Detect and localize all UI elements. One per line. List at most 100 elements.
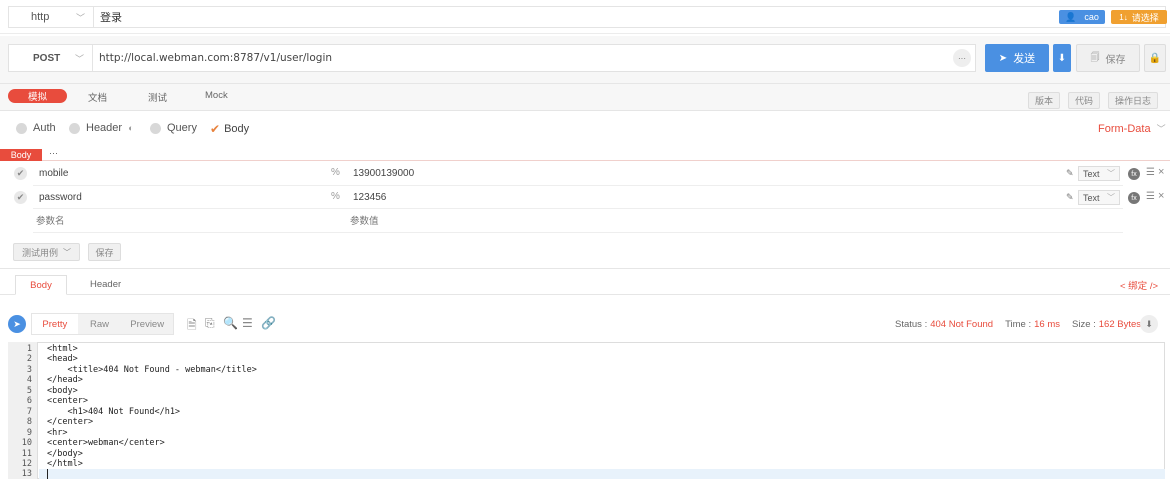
link-icon[interactable]: 🔗 [261, 316, 276, 330]
lock-button[interactable]: 🔒 [1144, 44, 1166, 72]
param-enable-checkbox[interactable]: ✔ [14, 167, 27, 180]
save-icon: 🗐 [1090, 52, 1100, 62]
checked-icon: ✔ [210, 122, 221, 136]
form-data-label: Form-Data [1098, 122, 1151, 135]
status-label: Status : [895, 319, 928, 330]
tab-label: 模拟 [27, 92, 47, 103]
code-line: <title>404 Not Found - webman</title> [47, 365, 257, 375]
form-data-select[interactable]: Form-Data ﹀ [1098, 122, 1166, 135]
copy-icon[interactable]: ⎘ [205, 316, 215, 331]
chevron-down-icon: ﹀ [75, 12, 85, 23]
request-name-bar: http ﹀ 👤 cao 1↓ 请选择 [0, 0, 1170, 34]
divider [0, 294, 1170, 295]
view-tab-label: Raw [90, 318, 110, 330]
request-name-input[interactable] [94, 7, 1165, 27]
param-key[interactable]: password [39, 192, 82, 203]
function-icon[interactable]: fx [1128, 192, 1140, 204]
body-section-tab[interactable]: Body [0, 149, 42, 161]
param-type-value: Text [1083, 192, 1100, 203]
response-tab-body[interactable]: Body [15, 275, 67, 295]
menu-icon[interactable]: ☰ [1146, 167, 1155, 178]
send-options-button[interactable]: ⬇ [1053, 44, 1071, 72]
radio-icon [150, 122, 161, 134]
new-param-value-input[interactable] [350, 213, 950, 229]
protocol-select[interactable]: http ﹀ [9, 7, 94, 27]
param-type-select[interactable]: Text ﹀ [1078, 166, 1120, 181]
param-key[interactable]: mobile [39, 168, 68, 179]
line-number-gutter: 1 2 3 4 5 6 7 8 9 10 11 12 13 [8, 342, 38, 479]
code-button[interactable]: 代码 [1068, 92, 1100, 109]
view-tab-label: Preview [130, 318, 165, 330]
save-case-button[interactable]: 保存 [88, 243, 121, 261]
param-tab-header[interactable]: Header ◐ [69, 122, 134, 134]
version-button[interactable]: 版本 [1028, 92, 1060, 109]
param-value[interactable]: 13900139000 [353, 168, 414, 179]
radio-icon [69, 122, 80, 134]
url-input[interactable] [93, 45, 953, 71]
time-value: 16 ms [1034, 319, 1060, 330]
param-tab-body[interactable]: ✔ Body [210, 122, 249, 136]
response-tab-label: Body [30, 279, 52, 291]
code-line: </head> [47, 375, 83, 385]
env-select[interactable]: 1↓ 请选择 [1111, 10, 1167, 24]
send-icon: ➤ [998, 52, 1008, 64]
oplog-button[interactable]: 操作日志 [1108, 92, 1158, 109]
tab-docs[interactable]: 文档 [88, 90, 107, 104]
line-number: 5 [26, 386, 32, 396]
bind-link[interactable]: < 绑定 /> [1120, 278, 1158, 292]
code-line: <center>webman</center> [47, 438, 165, 448]
param-tab-label: Header [86, 122, 123, 134]
edit-icon[interactable]: ✎ [1066, 168, 1074, 179]
tab-test[interactable]: 测试 [148, 90, 167, 104]
line-number: 11 [21, 449, 32, 459]
menu-icon[interactable]: ☰ [1146, 191, 1155, 202]
check-icon: ✔ [14, 191, 27, 204]
size-value: 162 Bytes [1098, 319, 1142, 330]
code-line: <body> [47, 386, 78, 396]
method-select[interactable]: POST ﹀ [9, 45, 93, 71]
status-value: 404 Not Found [930, 319, 994, 330]
search-doc-icon[interactable]: 🔍 [223, 316, 238, 330]
download-icon[interactable]: ⬇ [1140, 315, 1158, 333]
tab-mock[interactable]: Mock [205, 90, 228, 101]
link-icon[interactable]: % [331, 167, 340, 178]
user-badge[interactable]: 👤 cao [1059, 10, 1105, 24]
code-line: </center> [47, 417, 94, 427]
view-tab-pretty[interactable]: Pretty [32, 314, 78, 334]
param-value[interactable]: 123456 [353, 192, 386, 203]
active-line-highlight [39, 469, 1165, 479]
send-label: 发送 [1013, 53, 1036, 65]
body-more-icon[interactable]: ··· [49, 148, 58, 158]
env-select-label: 请选择 [1131, 12, 1159, 23]
body-section-bar [0, 149, 1170, 161]
new-param-key-input[interactable] [36, 213, 316, 229]
response-code-editor[interactable] [8, 342, 1165, 479]
save-request-button[interactable]: 🗐 保存 [1076, 44, 1140, 72]
line-number: 1 [26, 344, 32, 354]
url-more-button[interactable]: ··· [953, 49, 971, 67]
wrap-icon[interactable]: ☰ [242, 316, 253, 330]
param-tab-auth[interactable]: Auth [16, 122, 56, 134]
oplog-label: 操作日志 [1114, 96, 1151, 106]
param-enable-checkbox[interactable]: ✔ [14, 191, 27, 204]
response-tab-header[interactable]: Header [90, 279, 121, 290]
line-number: 8 [26, 417, 32, 427]
function-icon[interactable]: fx [1128, 168, 1140, 180]
edit-icon[interactable]: ✎ [1066, 192, 1074, 203]
test-case-button[interactable]: 测试用例 ﹀ [13, 243, 80, 261]
format-icon[interactable]: 🗎 [187, 316, 197, 337]
code-label: 代码 [1074, 96, 1093, 106]
send-button[interactable]: ➤ 发送 [985, 44, 1049, 72]
close-icon[interactable]: × [1158, 190, 1164, 202]
test-case-label: 测试用例 [21, 247, 58, 258]
view-tab-raw[interactable]: Raw [78, 314, 122, 334]
view-tab-preview[interactable]: Preview [121, 314, 173, 334]
row-divider [33, 208, 1123, 209]
close-icon[interactable]: × [1158, 166, 1164, 178]
link-icon[interactable]: % [331, 191, 340, 202]
view-tab-label: Pretty [42, 318, 68, 330]
param-tab-query[interactable]: Query [150, 122, 197, 134]
param-type-select[interactable]: Text ﹀ [1078, 190, 1120, 205]
response-send-icon[interactable]: ➤ [8, 315, 26, 333]
tab-mock-request[interactable]: 模拟 [8, 89, 67, 103]
